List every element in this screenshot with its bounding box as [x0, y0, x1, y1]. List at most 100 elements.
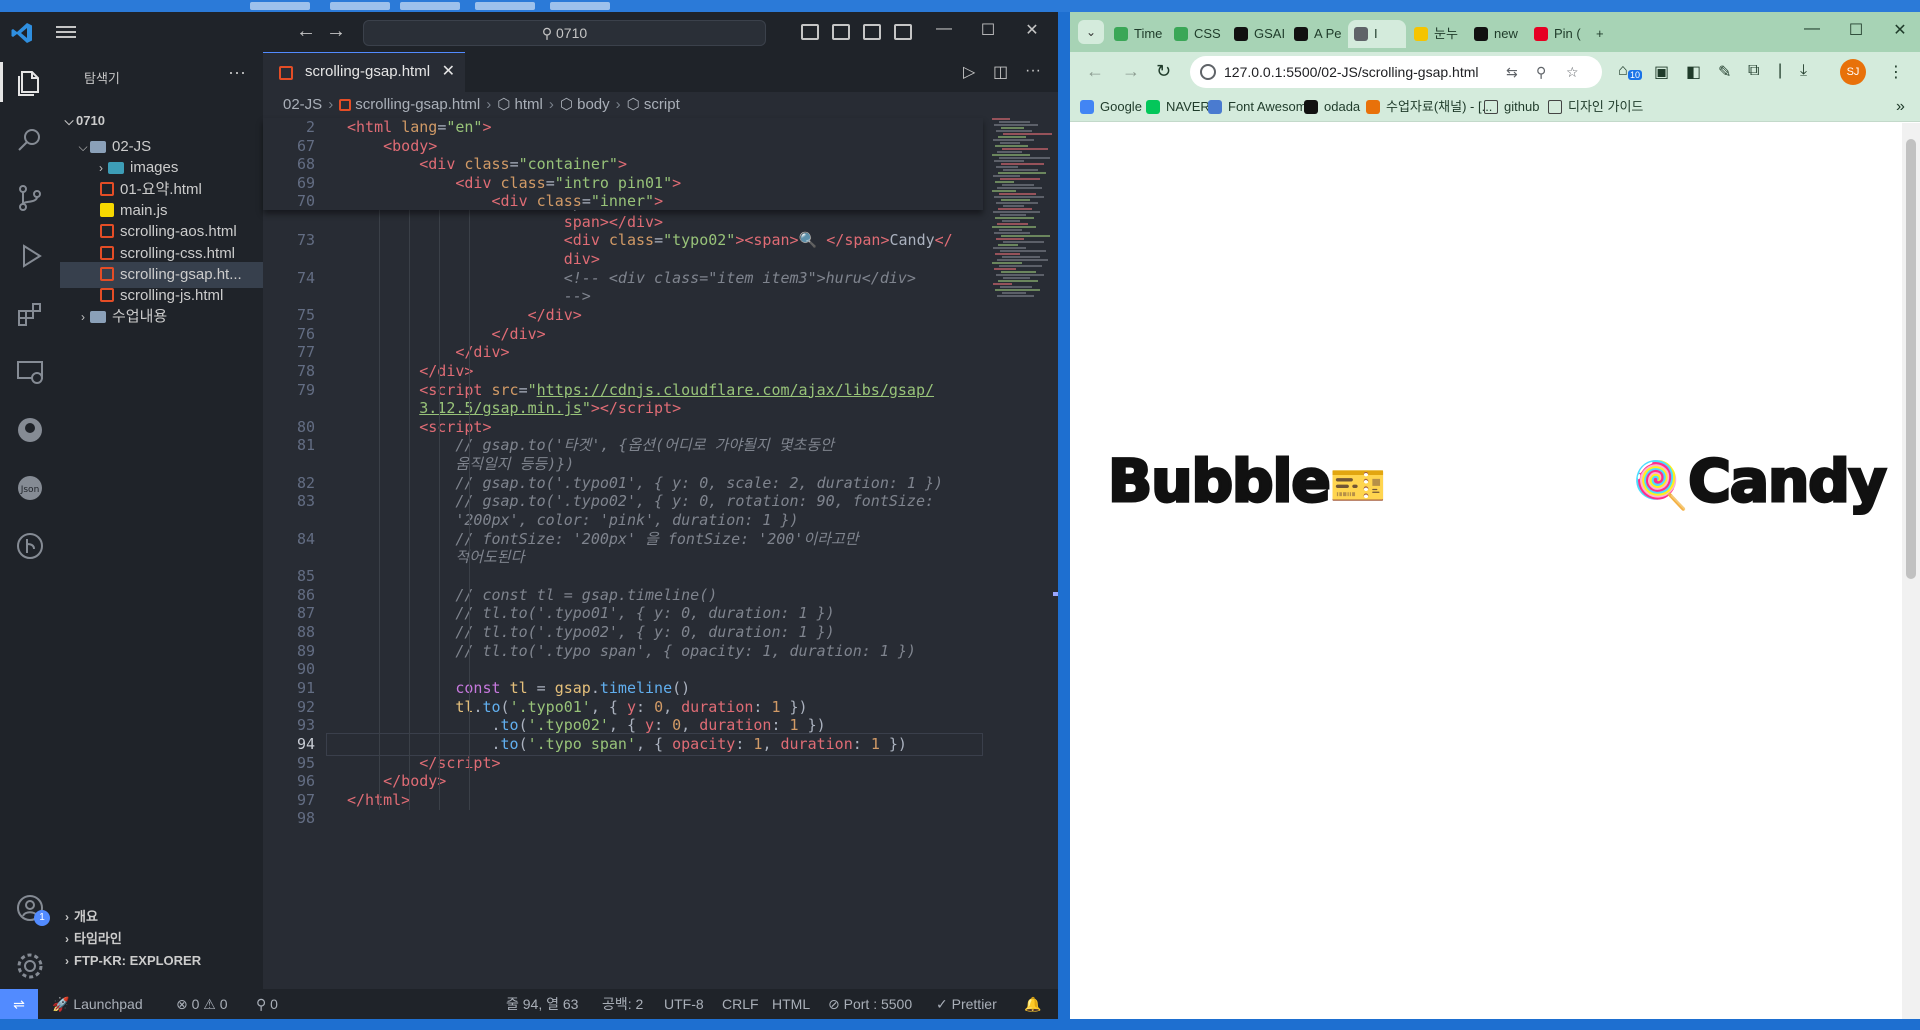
explorer-icon[interactable] — [14, 66, 46, 98]
bookmark-item[interactable]: Google — [1080, 92, 1142, 122]
end-of-line[interactable]: CRLF — [722, 989, 759, 1019]
bookmark-item[interactable]: NAVER — [1146, 92, 1210, 122]
breadcrumb-item[interactable]: script — [644, 96, 680, 113]
remote-indicator-icon[interactable]: ⇌ — [0, 989, 38, 1019]
browser-tab[interactable]: GSAI — [1228, 20, 1286, 48]
source-control-icon[interactable] — [14, 182, 46, 214]
more-icon[interactable]: ··· — [1025, 62, 1041, 80]
more-bookmarks-icon[interactable]: » — [1896, 98, 1905, 116]
maximize-icon[interactable]: ☐ — [976, 20, 1000, 40]
command-center-search[interactable]: ⚲ 0710 — [363, 20, 766, 46]
toggle-sidebar-icon[interactable] — [801, 24, 819, 40]
code-line[interactable]: 67 <body> — [263, 137, 983, 156]
forward-arrow-icon[interactable]: → — [326, 20, 346, 43]
bookmark-star-icon[interactable]: ☆ — [1566, 56, 1579, 88]
browser-tab[interactable]: new — [1468, 20, 1526, 48]
breadcrumb-item[interactable]: 02-JS — [283, 96, 322, 113]
run-debug-icon[interactable] — [14, 240, 46, 272]
browser-tab[interactable]: CSS — [1168, 20, 1226, 48]
code-line[interactable]: 69 <div class="intro pin01"> — [263, 174, 983, 193]
extensions-icon[interactable] — [14, 298, 46, 330]
indentation[interactable]: 공백: 2 — [602, 989, 643, 1019]
browser-tab[interactable]: Pin ( — [1528, 20, 1586, 48]
prettier-item[interactable]: ✓ Prettier — [936, 989, 997, 1019]
browser-tab[interactable]: Time — [1108, 20, 1166, 48]
problems-item[interactable]: ⊗ 0 ⚠ 0 — [176, 989, 228, 1019]
translate-icon[interactable]: ⇆ — [1506, 56, 1518, 88]
code-editor[interactable]: span></div> span></div>73 <div class="ty… — [263, 118, 983, 978]
taskbar-item[interactable] — [475, 2, 535, 10]
minimize-icon[interactable]: — — [932, 20, 956, 38]
code-line[interactable]: 70 <div class="inner"> — [263, 192, 983, 211]
download-icon[interactable]: ⤓ — [1800, 62, 1807, 80]
run-icon[interactable]: ▷ — [963, 62, 975, 82]
bookmark-folder[interactable]: github — [1484, 92, 1539, 122]
new-tab-icon[interactable]: + — [1590, 20, 1604, 48]
reload-icon[interactable]: ↻ — [1156, 61, 1171, 82]
split-editor-icon[interactable]: ◫ — [993, 62, 1008, 82]
cursor-position[interactable]: 줄 94, 열 63 — [506, 989, 578, 1019]
page-scrollbar[interactable] — [1902, 123, 1920, 1019]
profile-avatar[interactable]: SJ — [1840, 59, 1866, 85]
bookmark-folder[interactable]: 디자인 가이드 — [1548, 92, 1643, 122]
search-icon[interactable] — [14, 124, 46, 156]
encoding[interactable]: UTF-8 — [664, 989, 704, 1019]
code-line[interactable]: 98 — [263, 807, 983, 830]
close-tab-icon[interactable]: ✕ — [442, 53, 455, 91]
address-bar[interactable]: 127.0.0.1:5500/02-JS/scrolling-gsap.html… — [1190, 56, 1602, 88]
notifications-icon[interactable]: 🔔 — [1024, 989, 1041, 1019]
scrollbar-thumb[interactable] — [1906, 139, 1916, 579]
bookmark-item[interactable]: 수업자료(채널) - [... — [1366, 92, 1492, 122]
bookmark-item[interactable]: odada — [1304, 92, 1360, 122]
code-line[interactable]: 68 <div class="container"> — [263, 155, 983, 174]
remote-explorer-icon[interactable] — [14, 356, 46, 388]
back-arrow-icon[interactable]: ← — [296, 20, 316, 43]
extensions-puzzle-icon[interactable]: ⧉ — [1748, 62, 1759, 80]
menu-icon[interactable] — [56, 23, 76, 41]
taskbar-item[interactable] — [250, 2, 310, 10]
minimap[interactable] — [992, 118, 1054, 298]
taskbar-item[interactable] — [550, 2, 610, 10]
toggle-panel-icon[interactable] — [832, 24, 850, 40]
git-graph-icon[interactable] — [14, 530, 46, 562]
live-server-port[interactable]: ⊘ Port : 5500 — [828, 989, 912, 1019]
browser-tab[interactable]: A Pe — [1288, 20, 1346, 48]
breadcrumb-item[interactable]: html — [515, 96, 543, 113]
language-mode[interactable]: HTML — [772, 989, 810, 1019]
zoom-icon[interactable]: ⚲ — [1536, 56, 1546, 88]
extension-icon[interactable]: ⌂ 10 — [1618, 62, 1643, 80]
close-window-icon[interactable]: ✕ — [1880, 20, 1920, 40]
settings-gear-icon[interactable] — [14, 950, 46, 982]
extension-icon[interactable]: ▣ — [1654, 62, 1669, 82]
menu-kebab-icon[interactable]: ⋮ — [1888, 62, 1904, 82]
extension-icon[interactable]: ◧ — [1686, 62, 1701, 82]
ports-item[interactable]: ⚲ 0 — [256, 989, 278, 1019]
maximize-icon[interactable]: ☐ — [1836, 20, 1876, 40]
breadcrumb-item[interactable]: scrolling-gsap.html — [355, 96, 480, 113]
minimize-icon[interactable]: — — [1792, 20, 1832, 38]
tab-scrolling-gsap[interactable]: scrolling-gsap.html ✕ — [263, 52, 465, 92]
tab-search-icon[interactable]: ⌄ — [1078, 20, 1104, 44]
back-arrow-icon[interactable]: ← — [1086, 61, 1104, 82]
browser-tab[interactable]: I — [1348, 20, 1406, 48]
json-icon[interactable]: Json — [14, 472, 46, 504]
tree-item[interactable]: › 수업내용 — [60, 304, 263, 330]
toggle-secondary-sidebar-icon[interactable] — [863, 24, 881, 40]
bookmark-item[interactable]: Font Awesome — [1208, 92, 1314, 122]
github-icon[interactable] — [14, 414, 46, 446]
taskbar-item[interactable] — [400, 2, 460, 10]
forward-arrow-icon[interactable]: → — [1122, 61, 1140, 82]
eyedropper-icon[interactable]: ✎ — [1718, 62, 1731, 82]
launchpad-item[interactable]: 🚀 Launchpad — [52, 989, 143, 1019]
close-window-icon[interactable]: ✕ — [1020, 20, 1044, 40]
section-ftp-explorer[interactable]: › FTP-KR: EXPLORER — [60, 948, 263, 974]
taskbar-item[interactable] — [330, 2, 390, 10]
site-info-icon[interactable] — [1200, 64, 1216, 80]
workspace-root[interactable]: ⌵ 0710 — [60, 108, 263, 134]
customize-layout-icon[interactable] — [894, 24, 912, 40]
breadcrumb-item[interactable]: body — [577, 96, 610, 113]
more-actions-icon[interactable]: ··· — [228, 62, 246, 83]
code-line[interactable]: 2 <html lang="en"> — [263, 118, 983, 137]
browser-tab[interactable]: 눈누 — [1408, 20, 1466, 48]
accounts-icon[interactable]: 1 — [14, 892, 50, 926]
